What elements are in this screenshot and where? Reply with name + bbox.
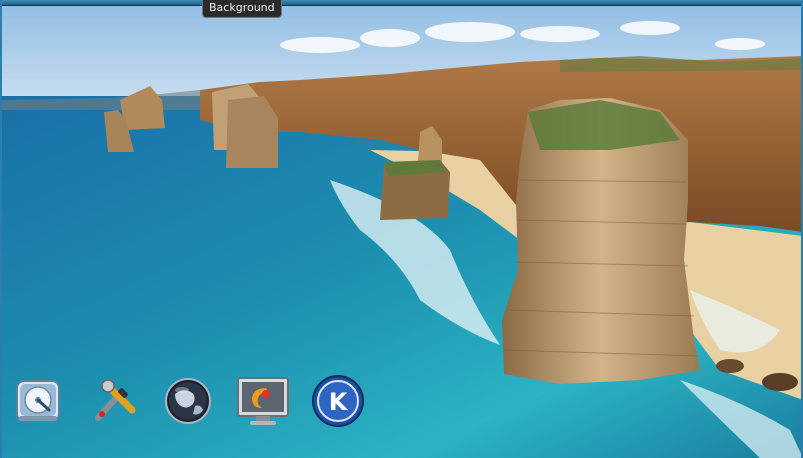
top-panel-edge [0, 0, 803, 6]
kde-menu-icon[interactable]: K [311, 374, 365, 428]
harddisk-icon[interactable] [11, 374, 65, 428]
tools-icon[interactable] [88, 374, 142, 428]
svg-text:K: K [329, 388, 349, 416]
tooltip: Background [202, 0, 282, 18]
globe-icon[interactable] [161, 374, 215, 428]
left-border [0, 0, 2, 458]
monitor-settings-icon[interactable] [236, 374, 290, 428]
